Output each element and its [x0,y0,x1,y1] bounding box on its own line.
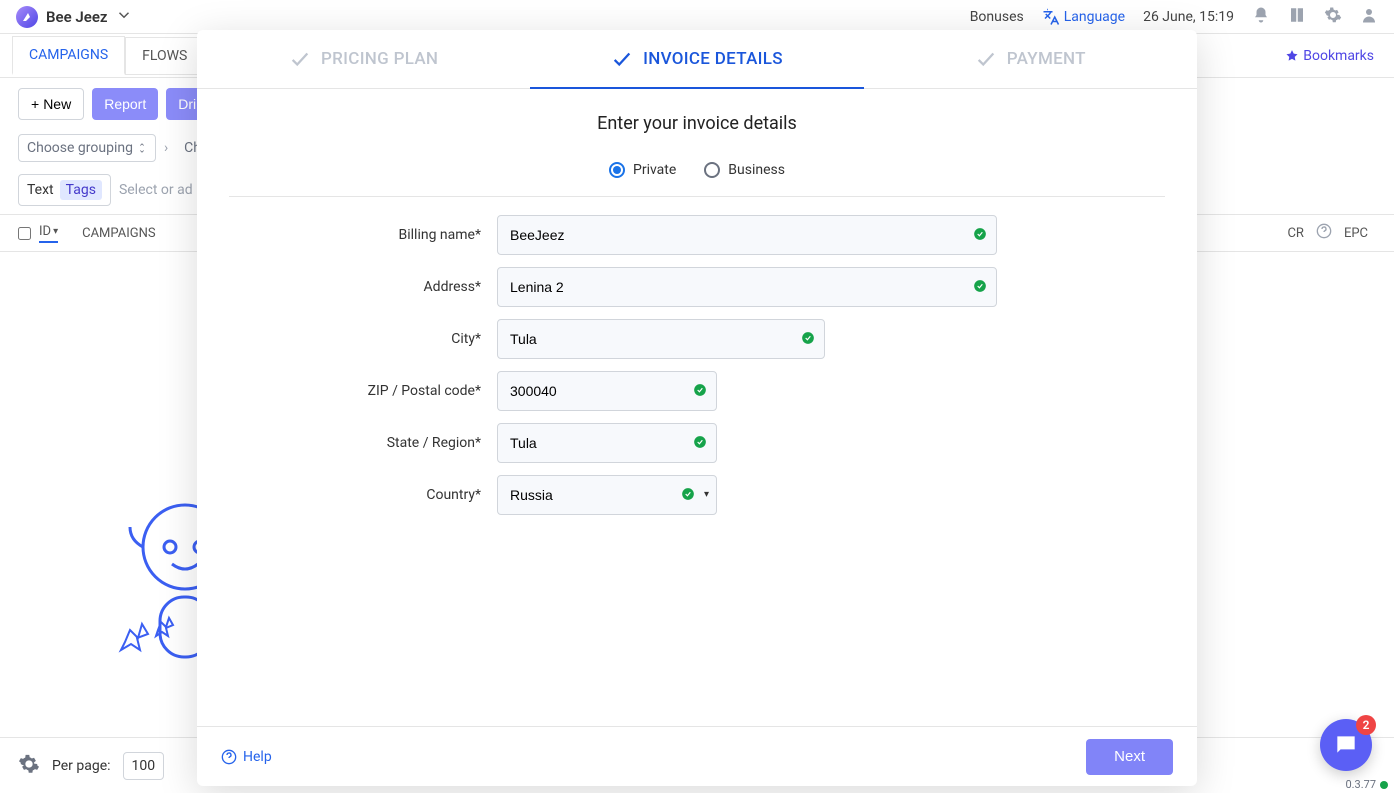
next-button[interactable]: Next [1086,739,1173,775]
step-pricing-plan[interactable]: PRICING PLAN [197,30,530,88]
step-invoice-details[interactable]: INVOICE DETAILS [530,30,863,88]
modal-body: Enter your invoice details Private Busin… [197,89,1197,726]
check-circle-icon [973,227,987,241]
chevron-down-icon: ▾ [704,489,709,500]
invoice-modal: PRICING PLAN INVOICE DETAILS PAYMENT Ent… [197,30,1197,786]
chat-badge: 2 [1356,715,1376,735]
label-country: Country* [197,487,497,503]
check-icon [975,48,997,70]
modal-footer: Help Next [197,726,1197,786]
modal-stepper: PRICING PLAN INVOICE DETAILS PAYMENT [197,30,1197,89]
label-state: State / Region* [197,435,497,451]
label-zip: ZIP / Postal code* [197,383,497,399]
check-circle-icon [801,331,815,345]
help-link[interactable]: Help [221,749,272,765]
radio-business[interactable]: Business [704,162,785,178]
check-circle-icon [693,383,707,397]
input-zip[interactable] [497,371,717,411]
input-state[interactable] [497,423,717,463]
label-address: Address* [197,279,497,295]
radio-private[interactable]: Private [609,162,676,178]
modal-title: Enter your invoice details [197,113,1197,134]
check-circle-icon [693,435,707,449]
check-icon [611,48,633,70]
label-city: City* [197,331,497,347]
chat-button[interactable]: 2 [1320,719,1372,771]
check-circle-icon [681,487,695,501]
account-type-radio: Private Business [197,154,1197,196]
check-circle-icon [973,279,987,293]
radio-unchecked-icon [704,162,720,178]
divider [229,196,1165,197]
help-circle-icon [221,749,237,765]
input-city[interactable] [497,319,825,359]
label-billing-name: Billing name* [197,227,497,243]
check-icon [289,48,311,70]
chat-icon [1333,732,1359,758]
modal-backdrop: PRICING PLAN INVOICE DETAILS PAYMENT Ent… [0,0,1394,793]
step-payment[interactable]: PAYMENT [864,30,1197,88]
input-address[interactable] [497,267,997,307]
input-billing-name[interactable] [497,215,997,255]
radio-checked-icon [609,162,625,178]
